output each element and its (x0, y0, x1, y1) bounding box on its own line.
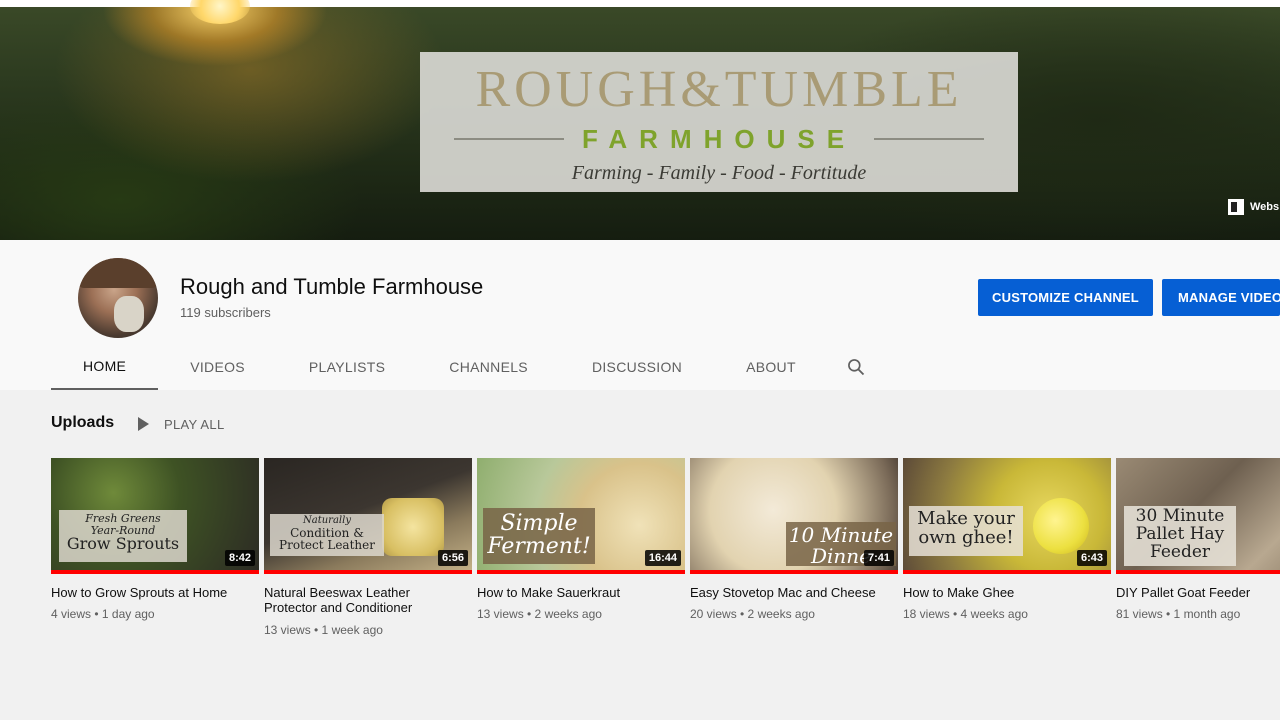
tab-home[interactable]: HOME (51, 344, 159, 390)
watch-progress-bar (477, 570, 685, 574)
tab-channels[interactable]: CHANNELS (417, 344, 560, 390)
avatar-goat (114, 296, 144, 332)
thumbnail-overlay-text: Make your own ghee! (909, 506, 1023, 556)
overlay-line: 10 Minute (788, 523, 894, 547)
video-card[interactable]: Make your own ghee! 6:43 How to Make Ghe… (903, 458, 1111, 621)
overlay-line: Simple (500, 511, 578, 536)
video-meta: 4 views • 1 day ago (51, 607, 155, 621)
video-thumbnail[interactable]: Fresh Greens Year-Round Grow Sprouts 8:4… (51, 458, 259, 574)
website-icon (1228, 199, 1244, 215)
channel-search-button[interactable] (836, 344, 876, 390)
banner-logo-subtitle: FARMHOUSE (581, 123, 857, 154)
video-meta: 81 views • 1 month ago (1116, 607, 1241, 621)
video-thumbnail[interactable]: Simple Ferment! 16:44 (477, 458, 685, 574)
banner-logo-subtitle-row: FARMHOUSE (420, 124, 1018, 154)
banner-logo-tagline: Farming - Family - Food - Fortitude (571, 162, 867, 184)
logo-divider-right (874, 138, 985, 140)
website-link-label: Webs (1250, 201, 1280, 213)
video-card[interactable]: Fresh Greens Year-Round Grow Sprouts 8:4… (51, 458, 259, 621)
tab-discussion[interactable]: DISCUSSION (560, 344, 714, 390)
tab-playlists[interactable]: PLAYLISTS (277, 344, 417, 390)
tab-videos[interactable]: VIDEOS (158, 344, 277, 390)
play-all-label: PLAY ALL (164, 416, 225, 432)
video-thumbnail[interactable]: 10 Minute Dinne 7:41 (690, 458, 898, 574)
channel-tabs: HOME VIDEOS PLAYLISTS CHANNELS DISCUSSIO… (51, 344, 876, 390)
overlay-line: own ghee! (918, 526, 1014, 548)
avatar-hair (78, 258, 158, 288)
video-card[interactable]: 10 Minute Dinne 7:41 Easy Stovetop Mac a… (690, 458, 898, 621)
video-duration: 6:43 (1076, 550, 1107, 566)
logo-divider-left (453, 138, 564, 140)
video-card[interactable]: Simple Ferment! 16:44 How to Make Sauerk… (477, 458, 685, 621)
video-duration: 6:56 (437, 550, 468, 566)
video-duration: 8:42 (224, 550, 255, 566)
channel-name: Rough and Tumble Farmhouse (180, 274, 484, 299)
video-title[interactable]: How to Make Sauerkraut (477, 585, 677, 600)
video-meta: 13 views • 1 week ago (264, 623, 383, 637)
video-title[interactable]: How to Grow Sprouts at Home (51, 585, 251, 600)
banner-logo-title: ROUGH&TUMBLE (475, 61, 963, 118)
watch-progress-bar (1116, 570, 1280, 574)
video-title[interactable]: Easy Stovetop Mac and Cheese (690, 585, 890, 600)
avatar[interactable] (78, 258, 158, 338)
overlay-line: Ferment! (487, 534, 591, 560)
channel-header: Rough and Tumble Farmhouse 119 subscribe… (0, 240, 1280, 390)
play-icon (138, 417, 149, 431)
overlay-line: Feeder (1149, 541, 1211, 562)
overlay-line: Protect Leather (279, 538, 375, 553)
video-thumbnail[interactable]: 30 Minute Pallet Hay Feeder (1116, 458, 1280, 574)
watch-progress-bar (690, 570, 898, 574)
play-all-button[interactable]: PLAY ALL (138, 414, 224, 434)
overlay-line: Fresh Greens (85, 512, 161, 525)
video-meta: 20 views • 2 weeks ago (690, 607, 815, 621)
watch-progress-bar (903, 570, 1111, 574)
watch-progress-bar (51, 570, 259, 574)
video-meta: 13 views • 2 weeks ago (477, 607, 602, 621)
video-duration: 7:41 (863, 550, 894, 566)
video-card[interactable]: Naturally Condition & Protect Leather 6:… (264, 458, 472, 637)
thumbnail-overlay-text: Naturally Condition & Protect Leather (270, 514, 384, 556)
thumbnail-overlay-text: Fresh Greens Year-Round Grow Sprouts (59, 510, 187, 562)
website-link[interactable]: Webs (1228, 196, 1279, 218)
channel-banner: ROUGH&TUMBLE FARMHOUSE Farming - Family … (0, 0, 1280, 240)
manage-videos-button[interactable]: MANAGE VIDEOS (1162, 279, 1280, 316)
video-title[interactable]: Natural Beeswax Leather Protector and Co… (264, 585, 464, 615)
tab-about[interactable]: ABOUT (714, 344, 828, 390)
thumbnail-overlay-text: 30 Minute Pallet Hay Feeder (1124, 506, 1236, 566)
video-thumbnail[interactable]: Naturally Condition & Protect Leather 6:… (264, 458, 472, 574)
shelf-title: Uploads (51, 414, 115, 431)
search-icon (847, 359, 864, 376)
watch-progress-bar (264, 570, 472, 574)
subscriber-count: 119 subscribers (180, 305, 271, 320)
overlay-line: Pallet Hay (1135, 523, 1225, 544)
video-card[interactable]: 30 Minute Pallet Hay Feeder DIY Pallet G… (1116, 458, 1280, 621)
video-thumbnail[interactable]: Make your own ghee! 6:43 (903, 458, 1111, 574)
overlay-line: Grow Sprouts (66, 534, 180, 554)
beeswax-jar (382, 498, 444, 556)
ghee-spoon (1033, 498, 1089, 554)
video-title[interactable]: How to Make Ghee (903, 585, 1103, 600)
customize-channel-button[interactable]: CUSTOMIZE CHANNEL (978, 279, 1153, 316)
video-title[interactable]: DIY Pallet Goat Feeder (1116, 585, 1280, 600)
banner-sun (190, 0, 250, 24)
video-duration: 16:44 (644, 550, 681, 566)
overlay-line: Naturally (303, 515, 351, 526)
banner-logo: ROUGH&TUMBLE FARMHOUSE Farming - Family … (420, 52, 1018, 192)
video-meta: 18 views • 4 weeks ago (903, 607, 1028, 621)
thumbnail-overlay-text: Simple Ferment! (483, 508, 595, 564)
